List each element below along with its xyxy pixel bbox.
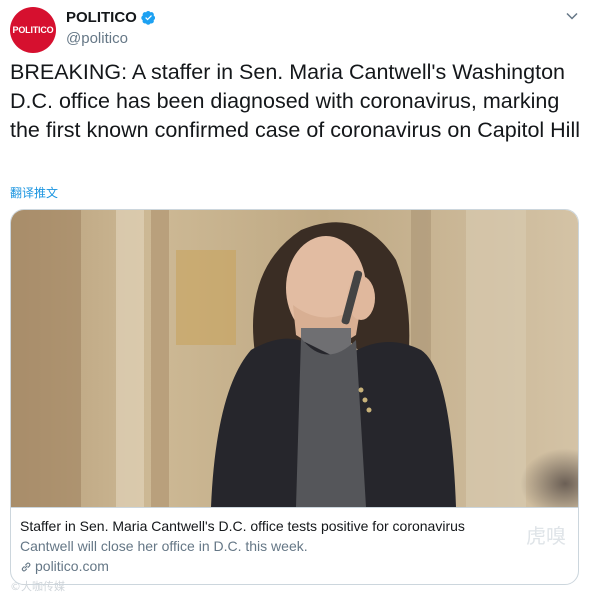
chevron-down-icon[interactable]	[565, 9, 579, 23]
card-domain: politico.com	[20, 557, 570, 576]
avatar-logo-text: POLITICO	[12, 25, 54, 35]
translate-tweet-link[interactable]: 翻译推文	[10, 184, 58, 201]
watermark-left: ©大咖传媒	[10, 580, 65, 593]
card-title: Staffer in Sen. Maria Cantwell's D.C. of…	[20, 518, 465, 534]
name-row: POLITICO	[66, 9, 156, 26]
author-block: POLITICO @politico	[66, 9, 156, 47]
link-icon	[21, 562, 31, 571]
card-meta: Staffer in Sen. Maria Cantwell's D.C. of…	[11, 507, 578, 584]
card-domain-text: politico.com	[35, 558, 109, 574]
tweet-header: POLITICO POLITICO @politico	[10, 7, 583, 53]
avatar[interactable]: POLITICO	[10, 7, 56, 53]
verified-badge-icon	[141, 10, 155, 25]
handle[interactable]: @politico	[66, 30, 156, 47]
link-card[interactable]: Staffer in Sen. Maria Cantwell's D.C. of…	[10, 209, 579, 585]
watermark-right: 虎嗅	[526, 524, 566, 548]
tweet-text: BREAKING: A staffer in Sen. Maria Cantwe…	[10, 60, 581, 142]
card-image	[11, 210, 578, 507]
card-description: Cantwell will close her office in D.C. t…	[20, 538, 308, 554]
display-name[interactable]: POLITICO	[66, 9, 137, 26]
